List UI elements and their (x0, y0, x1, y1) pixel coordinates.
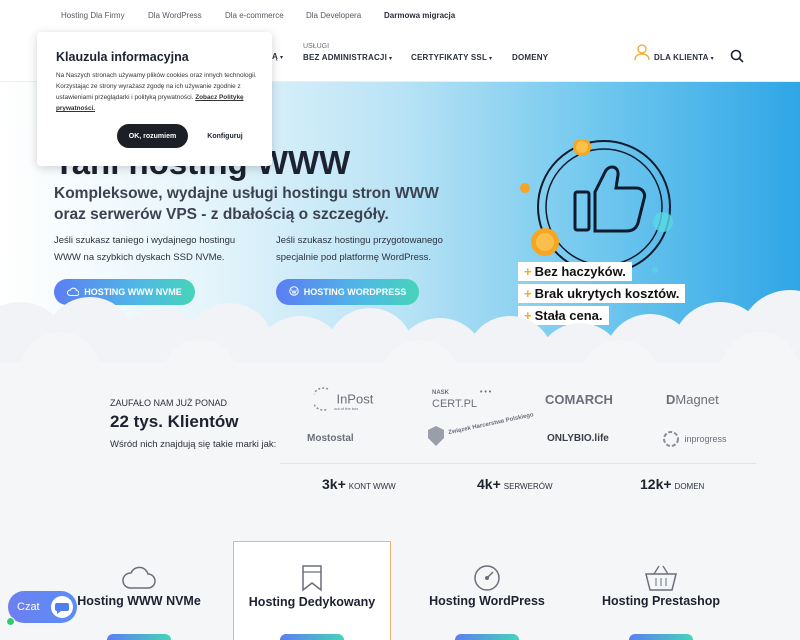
hero-col-www: Jeśli szukasz taniego i wydajnego hostin… (54, 235, 236, 263)
trust-description: Wśród nich znajdują się takie marki jak: (110, 439, 277, 450)
clouds-decoration (0, 290, 800, 362)
trust-kicker: ZAUFAŁO NAM JUŻ PONAD (110, 398, 228, 408)
cookie-text: Na Naszych stronach używamy plików cooki… (56, 72, 257, 112)
bookmark-icon (302, 565, 322, 592)
hero-subtitle: Kompleksowe, wydajne usługi hostingu str… (54, 185, 439, 223)
chat-bubble-icon (51, 596, 73, 618)
chat-button[interactable]: Czat (6, 591, 77, 626)
logo-inpost: InPost out of the box (311, 386, 373, 412)
stats-divider (280, 463, 756, 464)
card-button[interactable] (280, 634, 344, 640)
nav-item-domeny[interactable]: DOMENY (512, 53, 548, 62)
logo-inprogress: inprogress (662, 430, 726, 448)
cloud-icon (122, 566, 156, 589)
top-bar: Hosting Dla Firmy Dla WordPress Dla e-co… (0, 0, 800, 32)
search-icon[interactable] (730, 49, 744, 68)
card-title: Hosting WordPress (429, 594, 545, 608)
thumbs-up-illustration (515, 138, 685, 280)
card-button[interactable] (107, 634, 171, 640)
logo-comarch: COMARCH (545, 392, 613, 407)
card-button[interactable] (629, 634, 693, 640)
gauge-icon (474, 565, 500, 591)
topbar-link-wordpress[interactable]: Dla WordPress (148, 11, 202, 20)
cookie-configure-button[interactable]: Konfiguruj (203, 124, 247, 148)
logo-zhp: Związek Harcerstwa Polskiego (426, 412, 534, 449)
stat-accounts: 3k+ KONT WWW (322, 476, 396, 492)
basket-icon (645, 565, 677, 591)
cookie-title: Klauzula informacyjna (56, 50, 189, 64)
chat-label: Czat (17, 601, 40, 613)
topbar-link-migracja[interactable]: Darmowa migracja (384, 11, 455, 20)
stat-domains: 12k+ DOMEN (640, 476, 705, 492)
card-title: Hosting Prestashop (601, 594, 721, 608)
topbar-link-firmy[interactable]: Hosting Dla Firmy (61, 11, 125, 20)
user-icon[interactable] (633, 43, 651, 66)
product-card-wordpress[interactable]: Hosting WordPress (408, 542, 566, 640)
cookie-consent-dialog: Klauzula informacyjna Na Naszych stronac… (37, 32, 272, 166)
logo-mostostal: Mostostal (307, 433, 354, 444)
cookie-accept-button[interactable]: OK, rozumiem (117, 124, 188, 148)
hero-col-wordpress: Jeśli szukasz hostingu przygotowanego sp… (276, 235, 443, 263)
nav-item-dla-klienta[interactable]: DLA KLIENTA ▾ (654, 53, 714, 62)
stat-servers: 4k+ SERWERÓW (477, 476, 553, 492)
nav-item-ssl[interactable]: CERTYFIKATY SSL ▾ (411, 53, 492, 62)
logo-onlybio: ONLYBIO.life (547, 433, 609, 444)
trust-headline: 22 tys. Klientów (110, 412, 239, 431)
logo-magnet: DMagnet (666, 392, 719, 407)
card-button[interactable] (455, 634, 519, 640)
product-card-dedykowany[interactable]: Hosting Dedykowany (233, 541, 391, 640)
nav-item-bez-administracji[interactable]: BEZ ADMINISTRACJI ▾ (303, 53, 392, 62)
nav-uslugi-label: USŁUGI (303, 43, 330, 50)
nav-item-partial[interactable]: Ą ▾ (272, 52, 283, 61)
topbar-link-ecommerce[interactable]: Dla e-commerce (225, 11, 284, 20)
card-title: Hosting WWW NVMe (77, 594, 201, 608)
product-card-prestashop[interactable]: Hosting Prestashop (582, 542, 740, 640)
product-card-www[interactable]: Hosting WWW NVMe (60, 542, 218, 640)
card-title: Hosting Dedykowany (248, 595, 376, 609)
online-status-dot (6, 617, 15, 626)
topbar-link-developera[interactable]: Dla Developera (306, 11, 361, 20)
